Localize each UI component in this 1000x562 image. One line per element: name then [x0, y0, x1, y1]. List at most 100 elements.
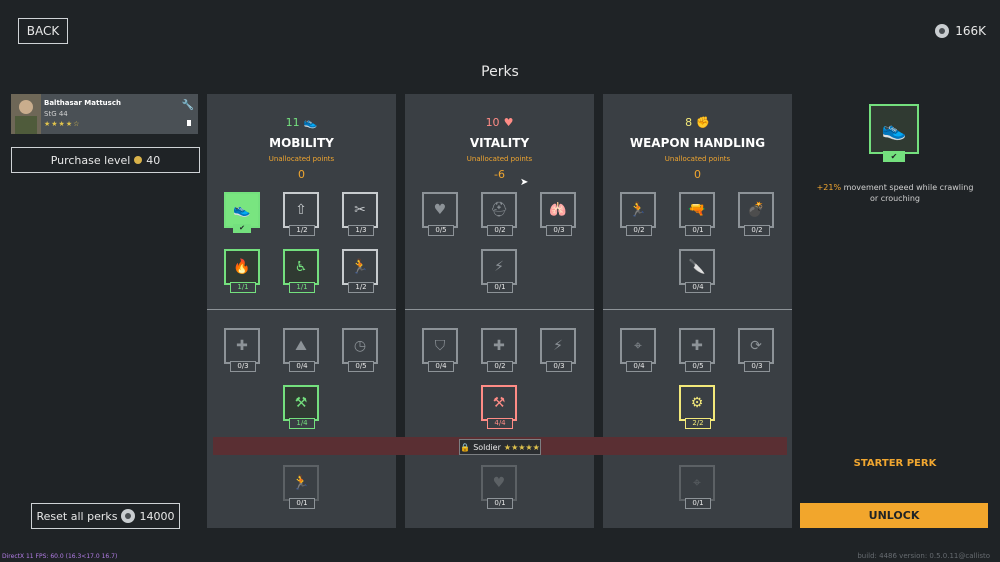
reset-cost: 14000 [139, 509, 175, 523]
unlock-button[interactable]: UNLOCK [800, 503, 988, 528]
perk-tile[interactable]: ⇧ 1/2 [283, 192, 319, 236]
perk-tile[interactable]: 💣 0/2 [738, 192, 774, 236]
perk-tile[interactable]: ⚒ 1/4 [283, 385, 319, 429]
perk-description: +21% movement speed while crawling or cr… [812, 182, 978, 204]
purchase-label: Purchase level [50, 153, 131, 167]
unallocated-points: -6 [494, 168, 505, 181]
perk-icon: ⟳ [738, 328, 774, 364]
perk-icon: ◷ [342, 328, 378, 364]
purchase-level-button[interactable]: Purchase level 40 [11, 147, 200, 173]
reset-all-perks-button[interactable]: Reset all perks 14000 [31, 503, 180, 529]
perk-level-badge: 0/4 [685, 282, 711, 293]
character-rating: ★★★★☆ [44, 120, 81, 128]
perk-tile[interactable]: ◷ 0/5 [342, 328, 378, 372]
silver-coin-icon [935, 24, 950, 38]
perk-panel-weapon-handling: 8 ✊ WEAPON HANDLING Unallocated points 0 🏃 0/2… [603, 94, 792, 528]
panel-divider [603, 309, 792, 310]
perk-level-badge: 2/2 [685, 418, 711, 429]
panel-title: MOBILITY [269, 136, 334, 150]
perk-icon: 🔫 [679, 192, 715, 228]
perk-level-badge: 0/4 [428, 361, 454, 372]
perk-panel-mobility: 11 👟 MOBILITY Unallocated points 0 👟 ✔ ⇧ 1/2 ✂ 1/3… [207, 94, 396, 528]
perk-tile[interactable]: ⚙ 2/2 [679, 385, 715, 429]
perk-tile[interactable]: 👟 ✔ [224, 192, 260, 233]
perk-level-badge: 0/4 [289, 361, 315, 372]
perk-tile[interactable]: ⟳ 0/3 [738, 328, 774, 372]
perk-tile[interactable]: ✚ 0/5 [679, 328, 715, 372]
panel-divider [207, 309, 396, 310]
character-name: Balthasar Mattusch [44, 99, 121, 107]
unallocated-label: Unallocated points [664, 155, 731, 163]
perk-count: 10 ♥ [405, 116, 594, 129]
perk-icon: ⛉ [422, 328, 458, 364]
lock-rank-label: Soldier [473, 442, 501, 452]
perk-tile[interactable]: ✚ 0/2 [481, 328, 517, 372]
perk-icon: ♥ [422, 192, 458, 228]
perk-tile[interactable]: 🫁 0/3 [540, 192, 576, 236]
perk-icon: ⛰ [283, 328, 319, 364]
perk-tile[interactable]: ⌖ 0/4 [620, 328, 656, 372]
perk-level-badge: 0/1 [685, 225, 711, 236]
perk-tile[interactable]: ✚ 0/3 [224, 328, 260, 372]
perk-tile[interactable]: ⛑ 0/2 [481, 192, 517, 236]
reset-label: Reset all perks [36, 509, 118, 523]
perk-tile[interactable]: ♥ 0/1 [481, 465, 517, 509]
panel-title: WEAPON HANDLING [629, 136, 766, 150]
perk-tile[interactable]: ✂ 1/3 [342, 192, 378, 236]
character-card[interactable]: Balthasar Mattusch StG 44 ★★★★☆ 🔧 [11, 94, 198, 134]
currency-display: 166K [935, 24, 986, 38]
perk-tile[interactable]: ⚡ 0/1 [481, 249, 517, 293]
perk-tile[interactable]: 🏃 0/1 [283, 465, 319, 509]
build-version: build: 4486 version: 0.5.0.11@callisto [857, 552, 990, 560]
starter-perk-label: STARTER PERK [853, 458, 937, 469]
perk-level-badge: 0/5 [685, 361, 711, 372]
wrench-icon[interactable]: 🔧 [182, 100, 194, 111]
perk-level-badge: 0/2 [487, 225, 513, 236]
back-button[interactable]: BACK [18, 18, 68, 44]
perk-level-badge: 1/3 [348, 225, 374, 236]
unallocated-label: Unallocated points [268, 155, 335, 163]
perk-count-value: 8 [685, 116, 693, 129]
perk-tile[interactable]: 🏃 1/2 [342, 249, 378, 293]
perk-icon: 🫁 [540, 192, 576, 228]
perk-tile[interactable]: 🔫 0/1 [679, 192, 715, 236]
perk-tile[interactable]: 🔪 0/4 [679, 249, 715, 293]
panel-title: VITALITY [469, 136, 530, 150]
perk-level-badge: 0/3 [546, 225, 572, 236]
silver-coin-icon [121, 509, 136, 523]
unlock-label: UNLOCK [868, 509, 920, 522]
perk-count: 11 👟 [207, 116, 396, 129]
perk-tile[interactable]: ⚒ 4/4 [481, 385, 517, 429]
perk-level-badge: 0/3 [744, 361, 770, 372]
perk-tile[interactable]: 🔥 1/1 [224, 249, 260, 293]
perk-icon: 🏃 [283, 465, 319, 501]
avatar [11, 94, 41, 134]
perk-level-badge: 1/1 [230, 282, 256, 293]
perk-tile[interactable]: ⌖ 0/1 [679, 465, 715, 509]
perk-level-badge: 0/1 [685, 498, 711, 509]
perk-icon: 🏃 [342, 249, 378, 285]
perk-icon: ⚡ [540, 328, 576, 364]
perk-tile[interactable]: ⛰ 0/4 [283, 328, 319, 372]
perk-icon: ♥ [481, 465, 517, 501]
perk-tile[interactable]: 🏃 0/2 [620, 192, 656, 236]
panel-divider [405, 309, 594, 310]
perk-tile[interactable]: ♥ 0/5 [422, 192, 458, 236]
perk-icon: 🔪 [679, 249, 715, 285]
perk-tile[interactable]: ♿ 1/1 [283, 249, 319, 293]
lock-icon: 🔒 [460, 442, 471, 452]
perk-icon: ⚙ [679, 385, 715, 421]
unallocated-label: Unallocated points [466, 155, 533, 163]
perk-level-badge: 1/2 [348, 282, 374, 293]
perk-count-value: 10 [485, 116, 500, 129]
perk-icon: 🏃 [620, 192, 656, 228]
perk-level-badge: 1/4 [289, 418, 315, 429]
perk-level-badge: 0/2 [626, 225, 652, 236]
perk-tile[interactable]: ⚡ 0/3 [540, 328, 576, 372]
perk-panel-vitality: 10 ♥ VITALITY Unallocated points -6 ♥ 0/5 ⛑ 0/2 🫁… [405, 94, 594, 528]
category-icon: ✊ [696, 116, 710, 129]
perk-tile[interactable]: ⛉ 0/4 [422, 328, 458, 372]
perk-description-highlight: +21% [816, 183, 842, 192]
perk-icon: ⚒ [481, 385, 517, 421]
perk-level-badge: 0/1 [487, 282, 513, 293]
